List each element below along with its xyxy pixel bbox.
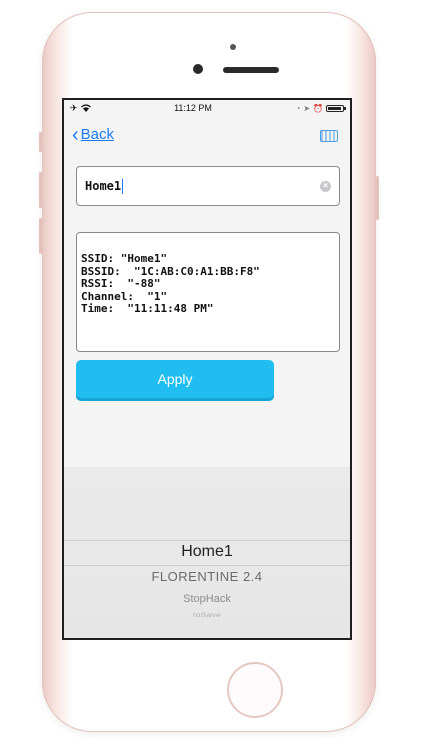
airplane-icon: ✈ xyxy=(70,102,78,113)
status-bar: ✈ 11:12 PM ◔ ➤ ⏰ xyxy=(64,100,350,116)
network-info-box: SSID: "Home1" BSSID: "1C:AB:C0:A1:BB:F8"… xyxy=(76,232,340,352)
text-cursor xyxy=(122,178,124,194)
chevron-left-icon: ‹ xyxy=(72,123,79,146)
wifi-icon xyxy=(80,104,91,112)
power-button xyxy=(376,176,379,220)
back-button[interactable]: ‹ Back xyxy=(72,123,115,146)
rssi-line: RSSI: "-88" xyxy=(81,277,161,290)
ssid-line: SSID: "Home1" xyxy=(81,252,168,265)
picker-item[interactable]: StopHack xyxy=(64,593,350,605)
app-screen: ✈ 11:12 PM ◔ ➤ ⏰ ‹ Back Home1 × SSID: "H… xyxy=(62,98,352,640)
navigation-bar: ‹ Back xyxy=(64,116,350,154)
ssid-input[interactable]: Home1 × xyxy=(76,166,340,206)
status-time: 11:12 PM xyxy=(174,103,212,113)
keyboard-icon[interactable] xyxy=(320,130,338,142)
mute-switch xyxy=(39,132,42,152)
proximity-sensor xyxy=(230,44,236,50)
picker-item-selected[interactable]: Home1 xyxy=(64,543,350,561)
back-label: Back xyxy=(80,126,115,143)
ssid-picker[interactable]: Home1 FLORENTINE 2.4 StopHack toSave xyxy=(64,467,350,638)
rotation-lock-icon: ◔ xyxy=(295,103,301,113)
time-line: Time: "11:11:48 PM" xyxy=(81,302,214,315)
picker-divider xyxy=(64,565,350,566)
location-icon: ➤ xyxy=(303,103,311,113)
picker-divider xyxy=(64,540,350,541)
clear-icon[interactable]: × xyxy=(320,181,331,192)
picker-item[interactable]: FLORENTINE 2.4 xyxy=(64,569,350,584)
battery-icon xyxy=(325,104,346,112)
apply-button[interactable]: Apply xyxy=(76,360,274,398)
volume-up-button xyxy=(39,172,42,208)
earpiece-speaker xyxy=(223,67,279,73)
ssid-input-value: Home1 xyxy=(85,179,122,193)
picker-item[interactable]: toSave xyxy=(64,612,350,619)
front-camera xyxy=(193,64,203,74)
volume-down-button xyxy=(39,218,42,254)
alarm-icon: ⏰ xyxy=(313,103,323,113)
home-button[interactable] xyxy=(227,662,283,718)
